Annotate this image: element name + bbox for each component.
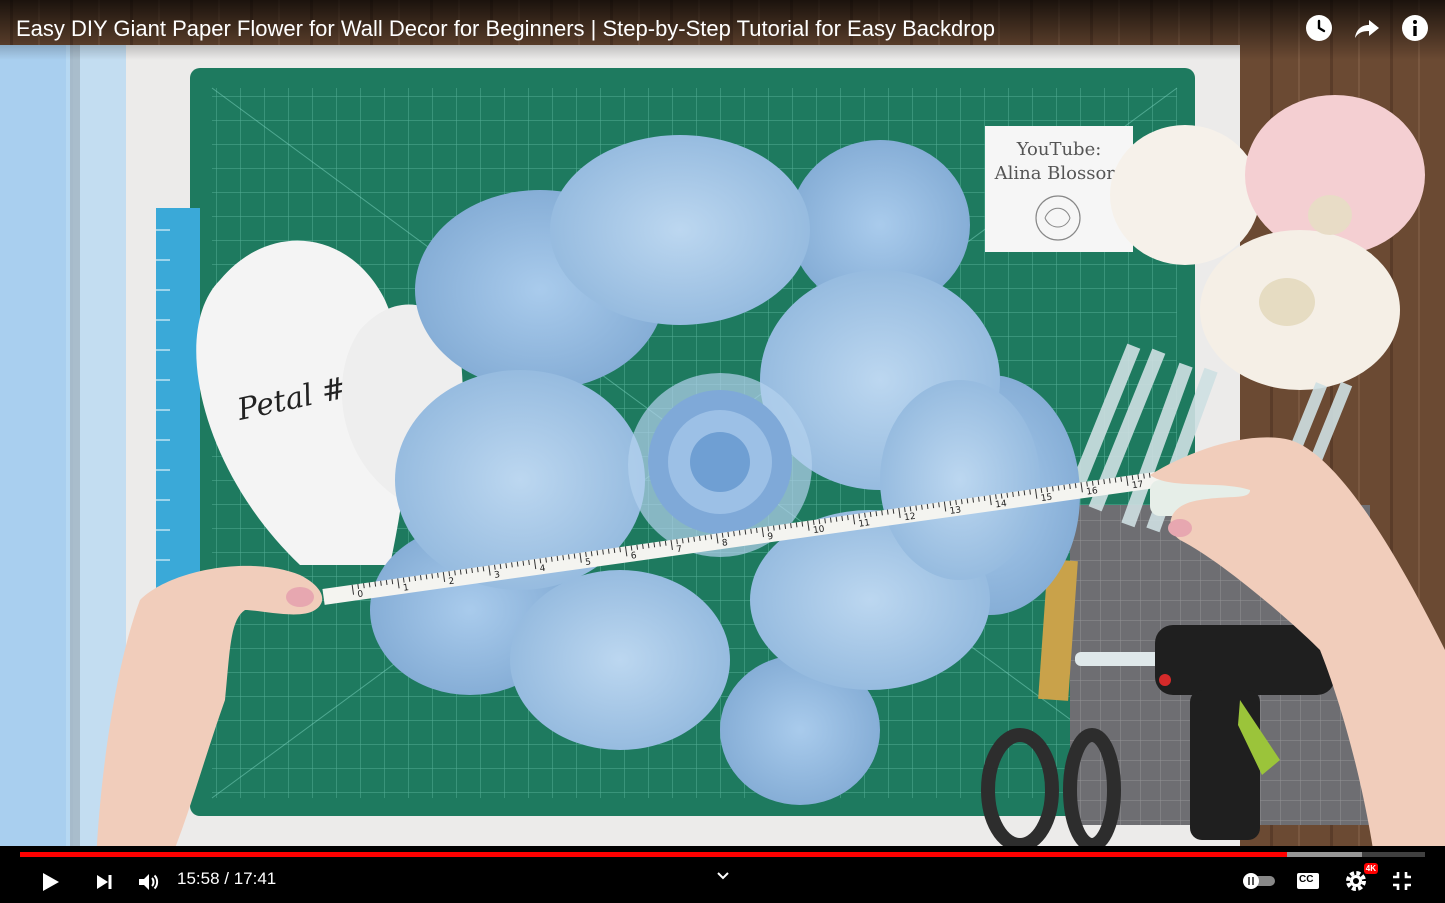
play-icon xyxy=(43,873,59,891)
tape-number: 14 xyxy=(995,499,1008,511)
watch-later-icon[interactable] xyxy=(1305,14,1333,42)
play-button[interactable] xyxy=(34,866,66,898)
progress-played xyxy=(20,852,1288,857)
tape-number: 16 xyxy=(1086,486,1099,498)
time-display: 15:58 / 17:41 xyxy=(177,869,277,888)
sign-line-1: YouTube: xyxy=(1016,139,1102,160)
sign-line-2: Alina Blossom xyxy=(994,163,1124,184)
chevron-down-icon xyxy=(717,872,729,880)
info-icon[interactable] xyxy=(1401,14,1429,42)
title-bar: Easy DIY Giant Paper Flower for Wall Dec… xyxy=(0,0,1445,60)
tape-number: 12 xyxy=(904,512,917,523)
next-button[interactable] xyxy=(88,866,120,898)
tape-number: 13 xyxy=(949,505,962,516)
next-icon xyxy=(97,875,112,889)
share-icon[interactable] xyxy=(1353,14,1381,42)
progress-bar[interactable] xyxy=(20,852,1425,857)
video-title[interactable]: Easy DIY Giant Paper Flower for Wall Dec… xyxy=(16,16,995,42)
quality-badge: 4K xyxy=(1363,863,1378,874)
autoplay-toggle[interactable] xyxy=(1240,868,1278,894)
volume-icon xyxy=(139,874,159,890)
tape-number: 10 xyxy=(812,525,825,537)
player-controls: 15:58 / 17:41 CC 4K xyxy=(0,846,1445,903)
captions-button[interactable]: CC xyxy=(1292,868,1324,894)
tape-number: 11 xyxy=(858,518,871,529)
settings-button[interactable]: 4K xyxy=(1340,863,1378,896)
exit-fullscreen-icon xyxy=(1393,872,1411,890)
chapter-toggle[interactable] xyxy=(713,866,733,886)
video-player[interactable]: Petal # YouTube: Alina Blossom 0 1 2 3 4… xyxy=(0,0,1445,903)
captions-label: CC xyxy=(1299,874,1314,885)
volume-button[interactable] xyxy=(132,866,164,898)
autoplay-icon xyxy=(1243,873,1275,889)
exit-fullscreen-button[interactable] xyxy=(1386,866,1418,896)
tape-number: 15 xyxy=(1040,493,1053,504)
tape-number: 17 xyxy=(1131,480,1144,491)
video-frame: Petal # YouTube: Alina Blossom 012345678… xyxy=(0,0,1445,903)
